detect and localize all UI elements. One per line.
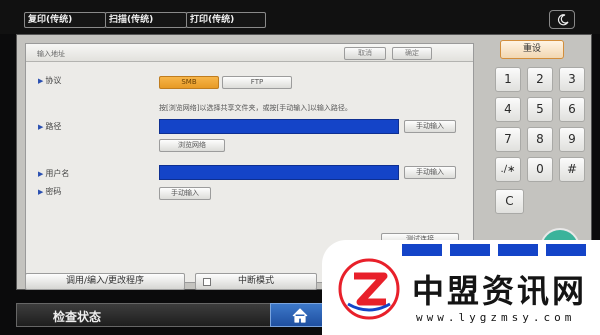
path-label: ▶ 路径 bbox=[38, 122, 62, 131]
password-label: ▶ 密码 bbox=[38, 187, 62, 196]
protocol-ftp-button[interactable]: FTP bbox=[222, 76, 292, 89]
path-field[interactable] bbox=[159, 119, 399, 134]
home-icon bbox=[292, 308, 308, 323]
theme-toggle-button[interactable] bbox=[549, 10, 575, 29]
password-manual-input-button[interactable]: 手动输入 bbox=[159, 187, 211, 200]
panel-title: 输入地址 bbox=[37, 50, 65, 58]
key-1[interactable]: 1 bbox=[495, 67, 521, 92]
tab-print-legacy[interactable]: 打印(传统) bbox=[186, 12, 266, 28]
protocol-label: ▶ 协议 bbox=[38, 76, 62, 85]
tab-print-legacy-label: 打印(传统) bbox=[190, 15, 235, 25]
top-tab-bar: 复印(传统) 扫描(传统) 打印(传统) bbox=[0, 0, 600, 34]
interrupt-mode-label: 中断模式 bbox=[237, 276, 274, 286]
brand-watermark: 中盟资讯网 www.lygzmsy.com bbox=[322, 240, 600, 335]
username-manual-input-button[interactable]: 手动输入 bbox=[404, 166, 456, 179]
key-hash[interactable]: # bbox=[559, 157, 585, 182]
tab-copy-legacy[interactable]: 复印(传统) bbox=[24, 12, 106, 28]
key-dot-star[interactable]: .∕∗ bbox=[495, 157, 521, 182]
path-manual-input-button[interactable]: 手动输入 bbox=[404, 120, 456, 133]
brand-color-strip bbox=[402, 244, 586, 256]
home-button[interactable] bbox=[270, 303, 328, 327]
row-arrow-icon: ▶ bbox=[38, 188, 44, 196]
confirm-button[interactable]: 确定 bbox=[392, 47, 432, 60]
key-6[interactable]: 6 bbox=[559, 97, 585, 122]
path-hint: 按[浏览网络]以选择共享文件夹，或按[手动输入]以输入路径。 bbox=[159, 104, 352, 112]
reset-button[interactable]: 重设 bbox=[500, 40, 564, 59]
tab-copy-legacy-label: 复印(传统) bbox=[28, 15, 73, 25]
program-button[interactable]: 调用/编入/更改程序 bbox=[25, 273, 185, 290]
moon-icon bbox=[557, 14, 569, 26]
brand-logo-icon bbox=[338, 258, 400, 320]
brand-url: www.lygzmsy.com bbox=[416, 311, 576, 324]
key-2[interactable]: 2 bbox=[527, 67, 553, 92]
key-9[interactable]: 9 bbox=[559, 127, 585, 152]
key-4[interactable]: 4 bbox=[495, 97, 521, 122]
username-field[interactable] bbox=[159, 165, 399, 180]
tab-scan-legacy[interactable]: 扫描(传统) bbox=[105, 12, 187, 28]
interrupt-mode-button[interactable]: 中断模式 bbox=[195, 273, 317, 290]
row-arrow-icon: ▶ bbox=[38, 123, 44, 131]
key-7[interactable]: 7 bbox=[495, 127, 521, 152]
key-5[interactable]: 5 bbox=[527, 97, 553, 122]
check-status-label: 检查状态 bbox=[53, 310, 102, 324]
panel-header: 输入地址 取消 确定 bbox=[26, 44, 473, 62]
protocol-smb-button[interactable]: SMB bbox=[159, 76, 219, 89]
interrupt-checkbox-icon bbox=[203, 278, 211, 286]
row-arrow-icon: ▶ bbox=[38, 77, 44, 85]
key-0[interactable]: 0 bbox=[527, 157, 553, 182]
row-arrow-icon: ▶ bbox=[38, 170, 44, 178]
key-3[interactable]: 3 bbox=[559, 67, 585, 92]
cancel-button[interactable]: 取消 bbox=[344, 47, 386, 60]
tab-scan-legacy-label: 扫描(传统) bbox=[109, 15, 154, 25]
key-8[interactable]: 8 bbox=[527, 127, 553, 152]
username-label: ▶ 用户名 bbox=[38, 169, 70, 178]
browse-network-button[interactable]: 浏览网络 bbox=[159, 139, 225, 152]
brand-name: 中盟资讯网 bbox=[412, 272, 588, 310]
clear-key[interactable]: C bbox=[495, 189, 524, 214]
